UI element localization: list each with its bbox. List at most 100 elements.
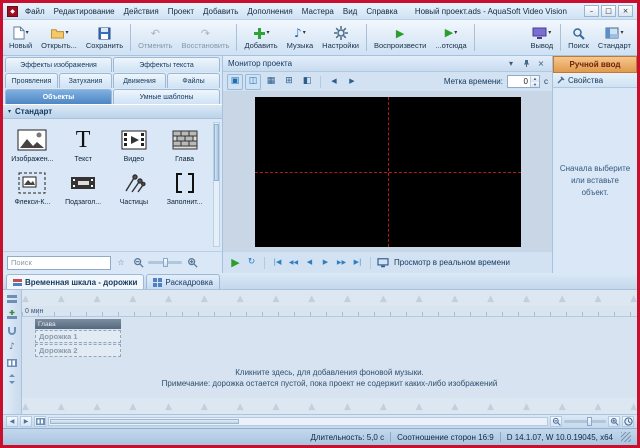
favorites-icon[interactable] (114, 256, 128, 270)
layout-standard-button[interactable]: Стандарт (594, 21, 635, 54)
timestamp-value[interactable]: 0 (508, 76, 530, 87)
object-video[interactable]: Видео (109, 124, 160, 165)
add-button[interactable]: Добавить (240, 21, 281, 54)
save-button[interactable]: Сохранить (82, 21, 127, 54)
settings-button[interactable]: Настройки (318, 21, 363, 54)
music-button[interactable]: Музыка (283, 21, 318, 54)
menu-file[interactable]: Файл (25, 7, 45, 16)
thumbnail-zoom-slider[interactable] (148, 261, 182, 264)
slider-thumb[interactable] (163, 258, 168, 267)
new-button[interactable]: Новый (5, 21, 36, 54)
track-1[interactable]: Дорожка 1 (35, 330, 121, 343)
play-preview-button[interactable] (229, 255, 242, 271)
video-preview-screen[interactable] (255, 97, 521, 247)
timeline-zoom-out-button[interactable] (550, 416, 562, 427)
add-track-button[interactable] (6, 309, 19, 321)
fast-forward-button[interactable] (335, 255, 348, 271)
timeline-horizontal-scrollbar[interactable] (48, 417, 548, 426)
tab-smart-templates[interactable]: Умные шаблоны (113, 89, 220, 104)
tab-image-effects[interactable]: Эффекты изображения (5, 57, 112, 72)
scroll-right-button[interactable] (20, 416, 32, 427)
skip-end-button[interactable] (351, 255, 364, 271)
scrollbar-thumb[interactable] (50, 419, 239, 424)
film-track-button[interactable] (6, 357, 19, 369)
background-music-drop-area[interactable]: Кликните здесь, для добавления фоновой м… (22, 357, 637, 398)
background-toggle-button[interactable] (245, 74, 261, 90)
timeline-ruler[interactable]: 0 мин (22, 306, 637, 317)
track-2[interactable]: Дорожка 2 (35, 344, 121, 357)
menu-actions[interactable]: Действия (124, 7, 159, 16)
object-text[interactable]: Текст (58, 124, 109, 165)
tab-appear[interactable]: Проявления (5, 73, 58, 88)
safe-area-button[interactable] (299, 74, 315, 90)
object-flexi[interactable]: Флекси-К... (7, 167, 58, 208)
expand-tracks-button[interactable] (6, 373, 19, 385)
menu-help[interactable]: Справка (366, 7, 397, 16)
spin-down-icon[interactable]: ▼ (531, 82, 539, 88)
loop-button[interactable] (245, 255, 258, 271)
object-placeholder[interactable]: Заполнит... (159, 167, 210, 208)
menu-project[interactable]: Проект (168, 7, 194, 16)
empty-slot-pattern-bottom[interactable] (22, 398, 637, 414)
object-chapter[interactable]: Глава (159, 124, 210, 165)
track-list-button[interactable] (6, 293, 19, 305)
undo-button[interactable]: Отменить (134, 21, 176, 54)
slider-thumb[interactable] (587, 417, 592, 426)
close-button[interactable] (618, 5, 633, 17)
redo-button[interactable]: Восстановить (177, 21, 233, 54)
skip-start-button[interactable] (271, 255, 284, 271)
clock-zoom-button[interactable] (622, 416, 634, 427)
timeline-zoom-slider[interactable] (564, 420, 606, 423)
tab-text-effects[interactable]: Эффекты текста (113, 57, 220, 72)
resize-grip[interactable] (621, 432, 631, 442)
menu-addons[interactable]: Дополнения (247, 7, 292, 16)
manual-input-tab[interactable]: Ручной ввод (553, 56, 637, 73)
sound-track-button[interactable] (6, 341, 19, 353)
toolbox-scrollbar[interactable] (213, 122, 220, 247)
play-button[interactable]: Воспроизвести (370, 21, 430, 54)
pin-icon[interactable] (520, 58, 532, 70)
object-image[interactable]: Изображен... (7, 124, 58, 165)
panel-menu-icon[interactable] (505, 58, 517, 70)
split-view-button[interactable] (281, 74, 297, 90)
empty-slot-pattern-top[interactable] (22, 290, 637, 306)
step-back-button[interactable] (303, 255, 316, 271)
magnet-snap-button[interactable] (6, 325, 19, 337)
display-mode-button[interactable] (227, 74, 243, 90)
tab-timeline-tracks[interactable]: Временная шкала - дорожки (6, 274, 144, 289)
tab-files[interactable]: Файлы (167, 73, 220, 88)
grid-toggle-button[interactable] (263, 74, 279, 90)
play-from-here-button[interactable]: ...отсюда (431, 21, 470, 54)
tab-objects[interactable]: Объекты (5, 89, 112, 104)
object-search-input[interactable] (7, 256, 111, 270)
menu-wizards[interactable]: Мастера (302, 7, 334, 16)
tab-motion[interactable]: Движения (113, 73, 166, 88)
menu-add[interactable]: Добавить (203, 7, 238, 16)
close-panel-icon[interactable] (535, 58, 547, 70)
standard-section-header[interactable]: Стандарт (3, 104, 222, 119)
scrollbar-thumb[interactable] (214, 124, 219, 181)
output-button[interactable]: Вывод (526, 21, 557, 54)
minimize-button[interactable] (584, 5, 599, 17)
rewind-button[interactable] (287, 255, 300, 271)
timestamp-spinner[interactable]: 0 ▲▼ (507, 75, 540, 88)
object-particles[interactable]: Частицы (109, 167, 160, 208)
search-button[interactable]: Поиск (564, 21, 593, 54)
open-button[interactable]: Открыть... (37, 21, 81, 54)
timeline-zoom-in-button[interactable] (608, 416, 620, 427)
maximize-button[interactable] (601, 5, 616, 17)
realtime-preview-label[interactable]: Просмотр в реальном времени (394, 258, 510, 267)
properties-tab[interactable]: Свойства (553, 73, 637, 88)
tab-storyboard[interactable]: Раскадровка (146, 274, 220, 289)
chapter-track-header[interactable]: Глава (35, 319, 121, 329)
zoom-in-button[interactable] (185, 256, 199, 270)
scroll-left-button[interactable] (6, 416, 18, 427)
step-forward-button[interactable] (319, 255, 332, 271)
menu-edit[interactable]: Редактирование (54, 7, 115, 16)
film-view-button[interactable] (34, 416, 46, 427)
menu-view[interactable]: Вид (343, 7, 357, 16)
tab-fade[interactable]: Затухания (59, 73, 112, 88)
next-frame-button[interactable] (344, 74, 360, 90)
object-subtitle[interactable]: Подзагол... (58, 167, 109, 208)
zoom-out-button[interactable] (131, 256, 145, 270)
